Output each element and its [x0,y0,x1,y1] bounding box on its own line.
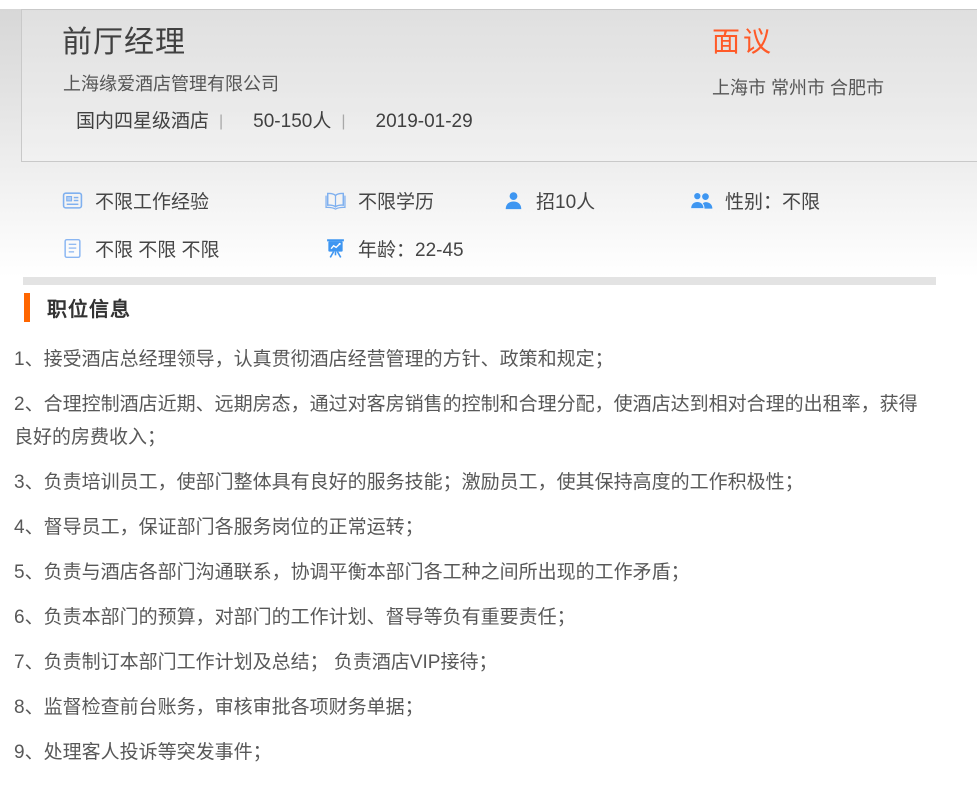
requirement-category: 不限 不限 不限 [62,234,325,262]
requirement-age: 年龄：22-45 [325,234,977,262]
experience-icon [62,190,83,211]
requirement-experience: 不限工作经验 [62,186,325,214]
requirement-headcount: 招10人 [503,186,690,214]
job-description-line: 7、负责制订本部门工作计划及总结； 负责酒店VIP接待； [14,646,936,679]
requirement-education: 不限学历 [325,186,503,214]
job-description-line: 9、处理客人投诉等突发事件； [14,736,936,769]
job-detail-page: 前厅经理 上海缘爱酒店管理有限公司 国内四星级酒店 | 50-150人 | 20… [0,9,977,769]
meta-separator: | [341,111,345,132]
job-description-line: 8、监督检查前台账务，审核审批各项财务单据； [14,691,936,724]
salary-text: 面议 [712,27,884,57]
category-icon [62,238,83,259]
company-size: 50-150人 [253,111,331,132]
job-header-card: 前厅经理 上海缘爱酒店管理有限公司 国内四星级酒店 | 50-150人 | 20… [21,9,977,162]
requirement-category-label: 不限 不限 不限 [95,235,220,262]
job-description: 1、接受酒店总经理领导，认真贯彻酒店经营管理的方针、政策和规定； 2、合理控制酒… [14,343,946,769]
company-meta-row: 国内四星级酒店 | 50-150人 | 2019-01-29 [76,111,977,132]
header-right-column: 面议 上海市 常州市 合肥市 [712,27,884,98]
meta-separator: | [219,111,223,132]
job-description-line: 6、负责本部门的预算，对部门的工作计划、督导等负有重要责任； [14,601,936,634]
requirement-experience-label: 不限工作经验 [95,187,209,214]
section-divider [23,277,936,285]
job-description-line: 1、接受酒店总经理领导，认真贯彻酒店经营管理的方针、政策和规定； [14,343,936,376]
job-description-line: 3、负责培训员工，使部门整体具有良好的服务技能；激励员工，使其保持高度的工作积极… [14,466,936,499]
company-industry: 国内四星级酒店 [76,111,209,132]
job-description-line: 5、负责与酒店各部门沟通联系，协调平衡本部门各工种之间所出现的工作矛盾； [14,556,936,589]
job-info-section-header: 职位信息 [24,293,977,322]
requirement-gender: 性别：不限 [690,186,977,214]
requirement-gender-label: 性别：不限 [725,187,820,214]
requirement-age-label: 年龄：22-45 [358,235,464,262]
requirements-grid: 不限工作经验 不限学历 招10人 性别：不限 [62,186,977,262]
section-title: 职位信息 [47,293,131,322]
section-accent-bar [24,293,30,322]
publish-date: 2019-01-29 [376,111,473,132]
requirement-headcount-label: 招10人 [536,187,595,214]
requirement-education-label: 不限学历 [358,187,434,214]
job-description-line: 4、督导员工，保证部门各服务岗位的正常运转； [14,511,936,544]
gender-icon [690,190,713,211]
job-locations: 上海市 常州市 合肥市 [712,78,884,98]
headcount-icon [503,190,524,211]
job-description-line: 2、合理控制酒店近期、远期房态，通过对客房销售的控制和合理分配，使酒店达到相对合… [14,388,936,454]
age-icon [325,238,346,259]
education-icon [325,190,346,211]
